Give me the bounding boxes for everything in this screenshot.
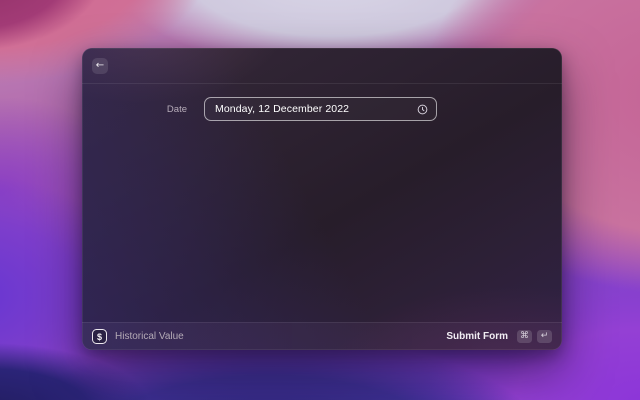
extension-info: $ Historical Value xyxy=(92,329,184,344)
command-key-icon: ⌘ xyxy=(517,330,532,343)
back-button[interactable]: ← xyxy=(92,57,108,74)
back-arrow-icon: ← xyxy=(95,60,105,71)
date-picker-field[interactable]: Monday, 12 December 2022 xyxy=(204,97,437,121)
desktop-wallpaper: ← Date Monday, 12 December 2022 $ Histor… xyxy=(0,0,640,400)
raycast-window: ← Date Monday, 12 December 2022 $ Histor… xyxy=(82,48,562,350)
form-body: Date Monday, 12 December 2022 xyxy=(82,84,562,322)
date-form-row: Date Monday, 12 December 2022 xyxy=(82,97,562,121)
date-field-value: Monday, 12 December 2022 xyxy=(215,103,350,115)
extension-name: Historical Value xyxy=(115,331,184,342)
action-bar: $ Historical Value Submit Form ⌘ ↵ xyxy=(82,322,562,350)
date-field-label: Date xyxy=(166,103,187,115)
submit-form-label: Submit Form xyxy=(446,331,508,342)
return-key-icon: ↵ xyxy=(537,330,552,343)
submit-form-button[interactable]: Submit Form ⌘ ↵ xyxy=(446,330,552,343)
clock-icon xyxy=(417,104,428,114)
dollar-glyph: $ xyxy=(96,331,102,342)
dollar-extension-icon: $ xyxy=(92,329,107,344)
window-header: ← xyxy=(82,48,562,84)
